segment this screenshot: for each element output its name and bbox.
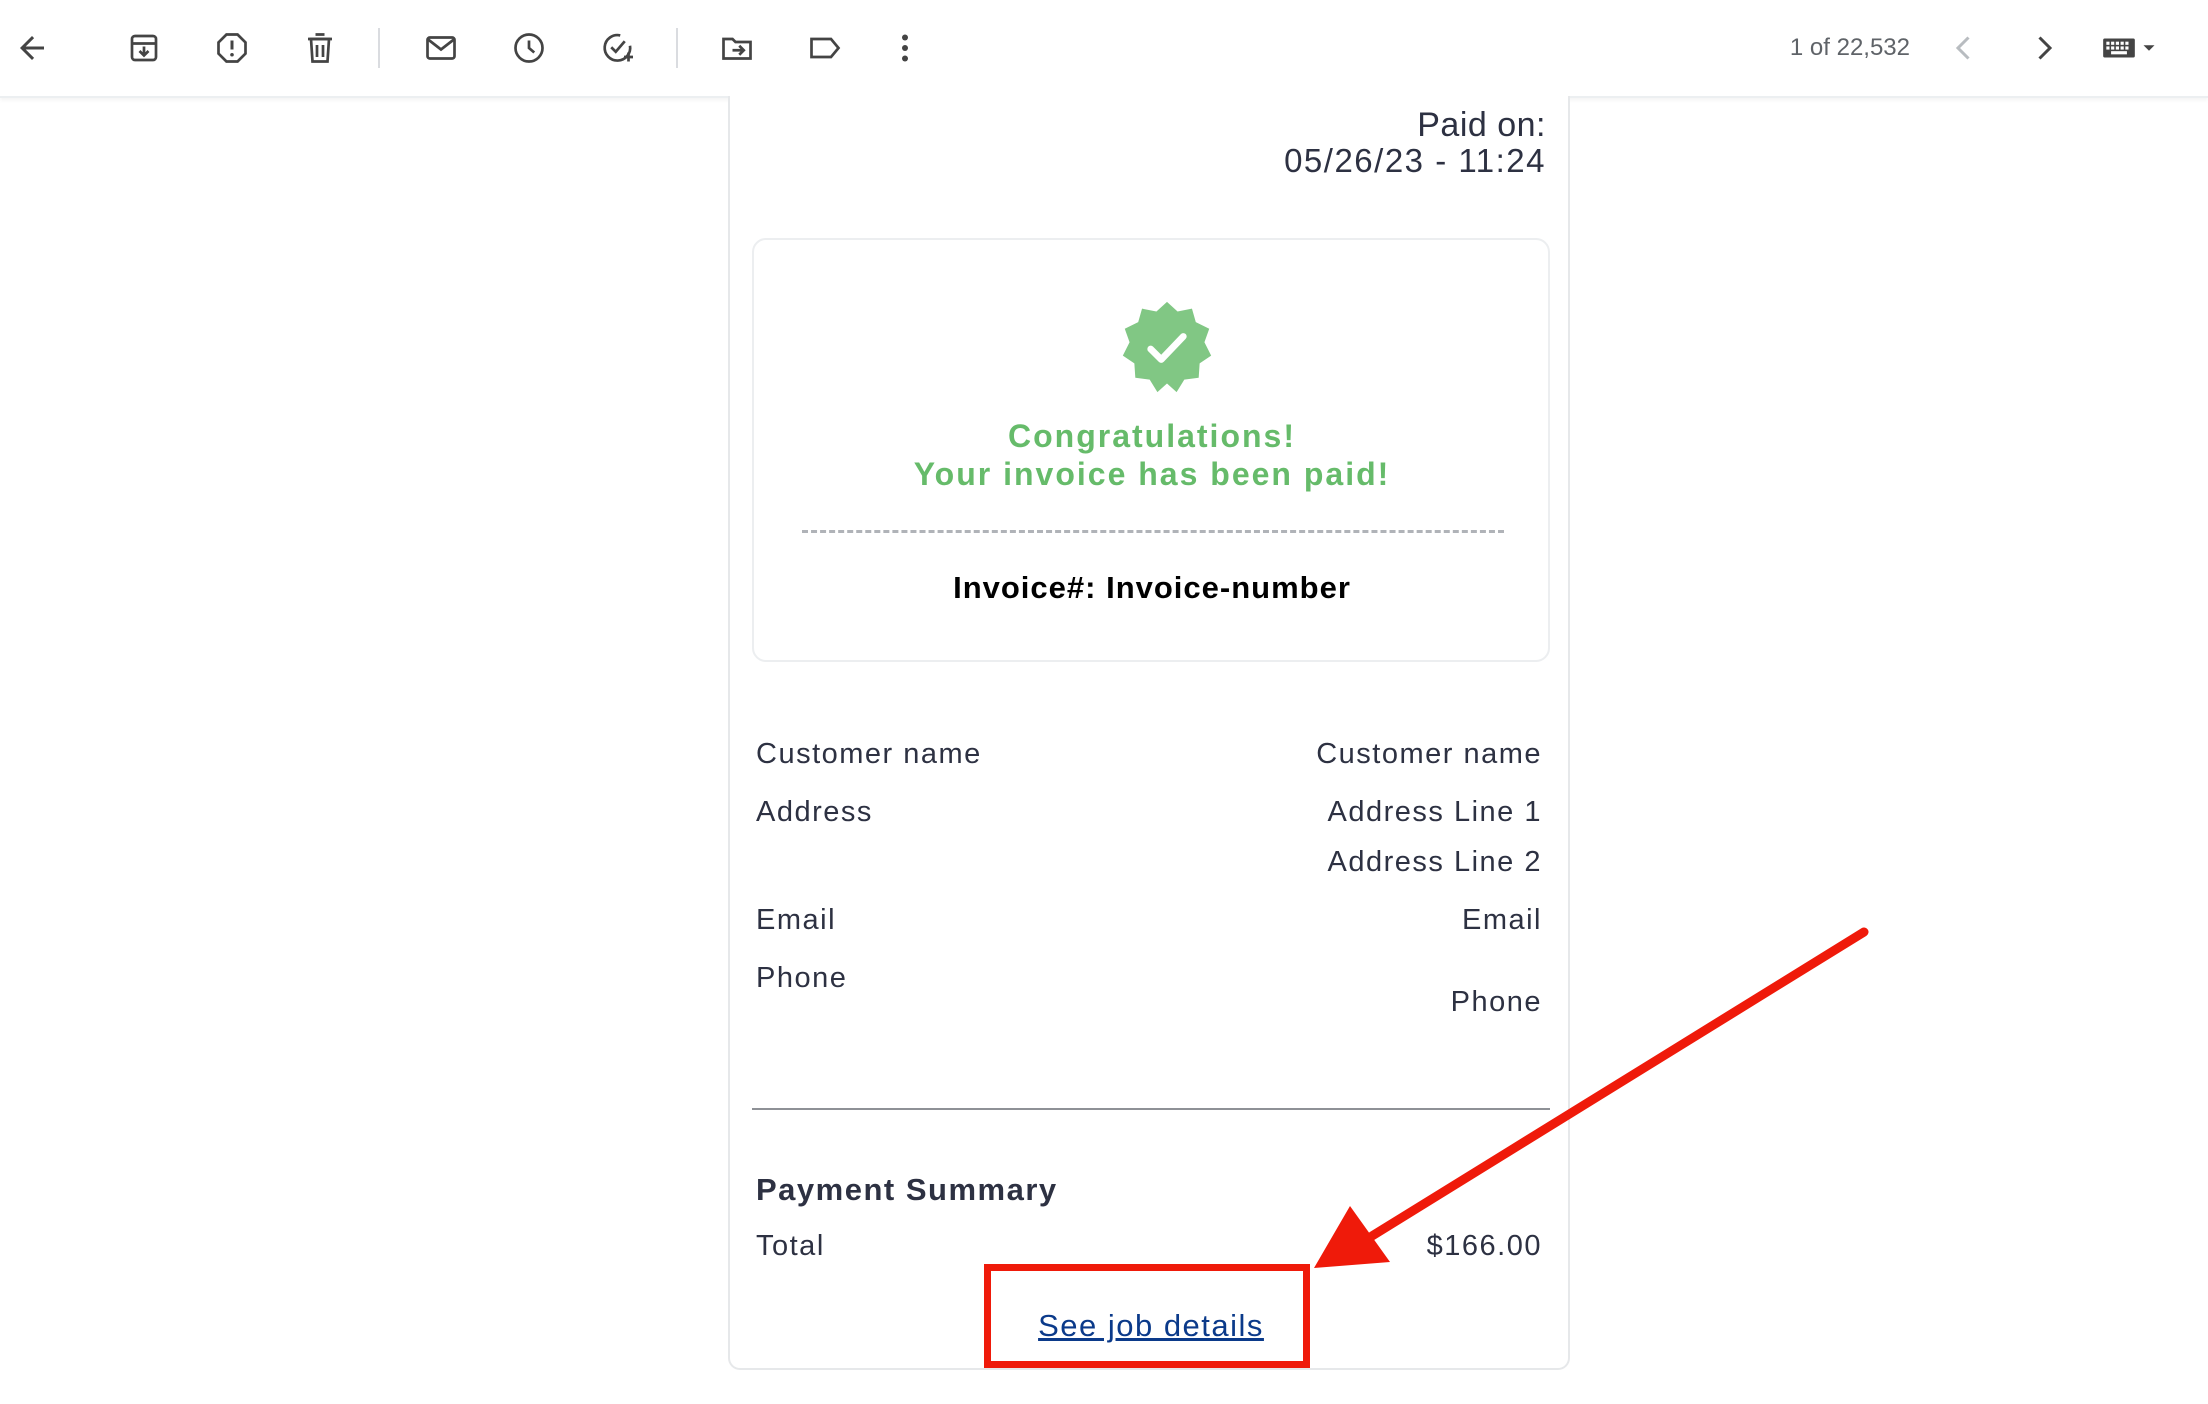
move-to-button[interactable] [709, 20, 765, 76]
dropdown-caret-icon [2143, 45, 2155, 51]
move-to-icon [722, 37, 752, 60]
delete-button[interactable] [292, 20, 348, 76]
congrats-heading: Congratulations! [1008, 418, 1296, 454]
address-label: Address [756, 796, 873, 828]
email-toolbar: 1 of 22,532 [0, 0, 2208, 98]
archive-icon [130, 34, 158, 62]
invoice-paid-message: Your invoice has been paid! [913, 456, 1391, 492]
invoice-number: Invoice#: Invoice-number [953, 570, 1351, 605]
newer-message-button[interactable] [1936, 20, 1992, 76]
chevron-right-icon [2038, 36, 2053, 60]
phone-label: Phone [756, 962, 848, 994]
payment-summary-title: Payment Summary [756, 1172, 1058, 1207]
label-icon [810, 37, 841, 59]
customer-name-value: Customer name [1316, 738, 1542, 770]
message-counter: 1 of 22,532 [1789, 34, 1910, 61]
back-arrow-icon [20, 36, 44, 60]
snooze-icon [514, 33, 544, 63]
payment-success-box: Congratulations! Your invoice has been p… [752, 238, 1550, 662]
label-button[interactable] [797, 20, 853, 76]
dashed-divider [802, 530, 1504, 533]
keyboard-icon [2103, 38, 2135, 58]
add-task-icon [603, 33, 633, 62]
invoice-email-body: Paid on: 05/26/23 - 11:24 Congratulation… [728, 96, 1570, 1370]
email-value: Email [1461, 904, 1542, 936]
customer-name-label: Customer name [756, 738, 982, 770]
report-spam-icon [217, 33, 247, 63]
more-options-button[interactable] [877, 20, 933, 76]
more-vert-icon [902, 34, 908, 62]
toolbar-separator [676, 28, 678, 68]
mark-unread-icon [426, 36, 456, 60]
email-label: Email [756, 904, 837, 936]
input-tools-button[interactable] [2090, 20, 2170, 76]
back-button[interactable] [4, 20, 60, 76]
address-line-1: Address Line 1 [1327, 796, 1542, 828]
section-divider [752, 1108, 1550, 1110]
total-label: Total [756, 1230, 825, 1262]
highlight-box [984, 1264, 1310, 1368]
chevron-left-icon [1955, 36, 1970, 60]
mark-unread-button[interactable] [413, 20, 469, 76]
paid-on-label: Paid on: [1417, 106, 1546, 144]
report-spam-button[interactable] [204, 20, 260, 76]
phone-value: Phone [1450, 986, 1542, 1018]
delete-icon [308, 33, 332, 63]
paid-date: 05/26/23 - 11:24 [1284, 142, 1546, 179]
add-task-button[interactable] [590, 20, 646, 76]
archive-button[interactable] [116, 20, 172, 76]
snooze-button[interactable] [501, 20, 557, 76]
toolbar-separator [378, 28, 380, 68]
address-line-2: Address Line 2 [1327, 846, 1542, 878]
verified-check-icon [1122, 301, 1212, 393]
total-amount: $166.00 [1426, 1230, 1542, 1262]
older-message-button[interactable] [2016, 20, 2072, 76]
